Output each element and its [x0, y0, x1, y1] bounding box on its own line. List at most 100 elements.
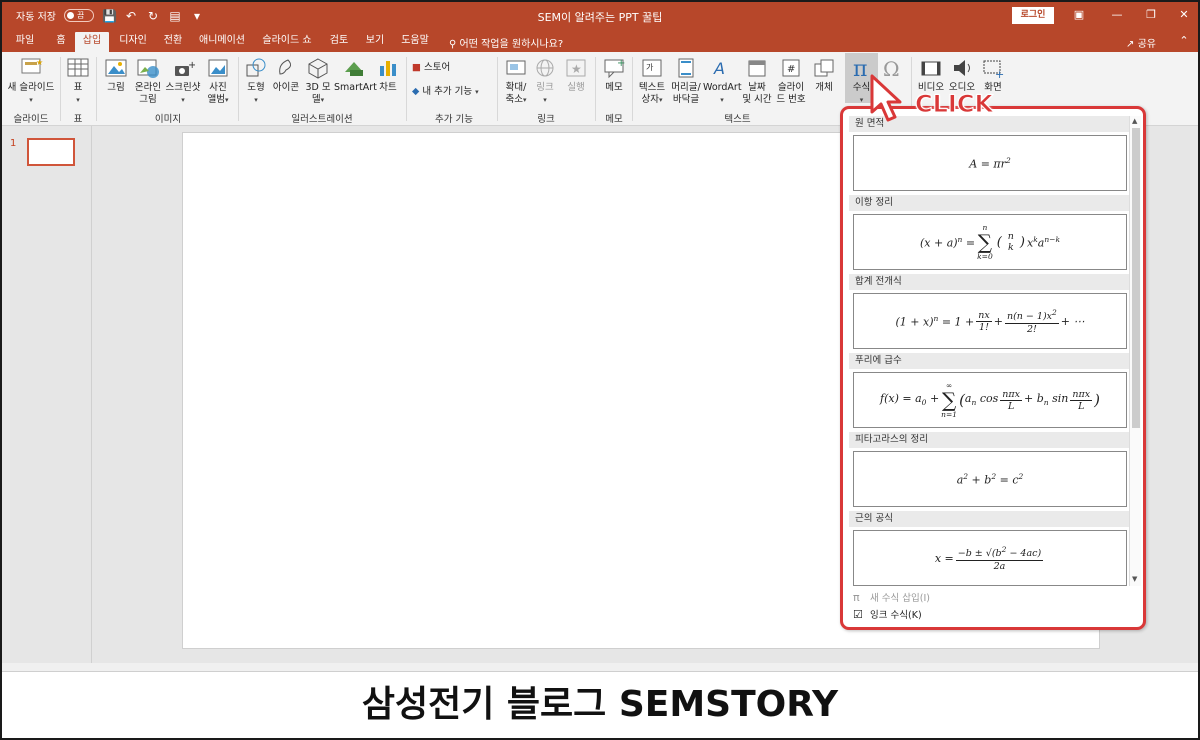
smartart-button[interactable]: SmartArt	[334, 56, 377, 94]
slide-thumbnail[interactable]	[27, 138, 75, 166]
header-footer-label-1: 머리글/	[671, 82, 701, 93]
tab-animations[interactable]: 애니메이션	[195, 33, 249, 52]
separator	[406, 57, 407, 121]
wordart-button[interactable]: A WordArt ▾	[703, 56, 742, 106]
svg-text:★: ★	[36, 58, 43, 67]
online-picture-button[interactable]: 온라인 그림	[131, 56, 165, 106]
chart-button[interactable]: 차트	[374, 56, 402, 94]
slide-thumbnail-pane: 1	[2, 126, 92, 663]
my-addins-icon: ◆	[412, 86, 420, 97]
equation-area-of-circle[interactable]: A = πr2	[853, 135, 1127, 191]
equation-fourier-series[interactable]: f(x) = a0 + ∞ ∑ n=1 (an cos nπx L + bn sin …	[853, 372, 1127, 428]
equation-binomial-theorem[interactable]: (x + a)n = n ∑ k=0 (n k) xkan−k	[853, 214, 1127, 270]
photo-album-icon	[208, 59, 228, 77]
video-button[interactable]: 비디오	[915, 56, 947, 94]
store-button[interactable]: ■ 스토어	[412, 62, 472, 74]
header-footer-button[interactable]: 머리글/바닥글	[669, 56, 703, 106]
object-label: 개체	[815, 82, 833, 93]
my-addins-button[interactable]: ◆ 내 추가 기능 ▾	[412, 86, 496, 98]
login-button[interactable]: 로그인	[1012, 7, 1054, 24]
group-slides-label: 슬라이드	[13, 114, 49, 125]
textbox-icon: 가	[642, 59, 662, 77]
speaker-icon	[954, 60, 970, 76]
tab-insert[interactable]: 삽입	[75, 32, 109, 52]
separator	[60, 57, 61, 121]
screen-recording-button[interactable]: + 화면	[977, 56, 1009, 94]
equation-taylor-expansion[interactable]: (1 + x)n = 1 + nx 1! + n(n − 1)x2 2! + ⋯	[853, 293, 1127, 349]
comment-label: 메모	[605, 82, 623, 93]
new-slide-icon: ★	[21, 58, 43, 74]
equation-category: 푸리에 급수	[849, 353, 1131, 369]
3d-models-button[interactable]: 3D 모 델▾	[302, 56, 334, 106]
gallery-scrollbar[interactable]: ▲ ▼	[1129, 116, 1141, 586]
equation-quadratic-formula[interactable]: x = −b ± √(b2 − 4ac) 2a	[853, 530, 1127, 586]
separator	[497, 57, 498, 121]
video-icon	[921, 61, 941, 76]
ribbon-display-options-icon[interactable]: ▣	[1069, 7, 1089, 23]
table-label: 표	[73, 82, 83, 93]
equation-pythagorean-theorem[interactable]: a2 + b2 = c2	[853, 451, 1127, 507]
thumbnail-number: 1	[10, 138, 17, 149]
picture-icon	[105, 59, 127, 77]
insert-new-equation-item[interactable]: π 새 수식 삽입(I)	[849, 589, 1139, 606]
lightbulb-icon: ⚲	[449, 39, 457, 50]
object-button[interactable]: 개체	[809, 56, 839, 94]
audio-button[interactable]: 오디오	[947, 56, 977, 94]
scroll-up-icon[interactable]: ▲	[1132, 117, 1137, 125]
tab-transitions[interactable]: 전환	[159, 33, 187, 52]
tab-help[interactable]: 도움말	[397, 33, 433, 52]
zoom-button[interactable]: 확대/축소▾	[501, 56, 531, 106]
ink-checkbox-icon: ☑	[853, 608, 863, 621]
scrollbar-thumb[interactable]	[1132, 128, 1140, 428]
textbox-button[interactable]: 가 텍스트 상자▾	[635, 56, 669, 106]
link-button[interactable]: 링크 ▾	[531, 56, 559, 106]
tab-view[interactable]: 보기	[361, 33, 389, 52]
ink-equation-item[interactable]: ☑ 잉크 수식(K)	[849, 606, 1139, 623]
online-picture-label-1: 온라인	[134, 82, 162, 93]
photo-album-button[interactable]: 사진 앨범▾	[201, 56, 235, 106]
insert-new-equation-label: 새 수식 삽입(I)	[870, 593, 930, 604]
separator	[96, 57, 97, 121]
minimize-icon[interactable]: —	[1107, 7, 1127, 23]
scroll-down-icon[interactable]: ▼	[1132, 575, 1137, 583]
tab-slideshow[interactable]: 슬라이드 쇼	[259, 33, 315, 52]
slide-number-button[interactable]: # 슬라이 드 번호	[773, 56, 809, 106]
smartart-icon	[345, 62, 363, 76]
mouse-cursor-icon	[870, 74, 902, 122]
header-footer-label-2: 바닥글	[672, 94, 700, 105]
group-text-label: 텍스트	[724, 114, 751, 125]
photo-album-label-1: 사진	[209, 82, 227, 93]
tab-file[interactable]: 파일	[13, 33, 37, 52]
tell-me-search[interactable]: ⚲ 어떤 작업을 원하시나요?	[449, 35, 563, 50]
tell-me-text: 어떤 작업을 원하시나요?	[459, 39, 564, 50]
share-button[interactable]: ↗ 공유	[1126, 35, 1156, 50]
shapes-button[interactable]: 도형 ▾	[242, 56, 270, 106]
icons-button[interactable]: 아이콘	[270, 56, 302, 94]
screen-recording-icon: +	[983, 60, 1004, 80]
picture-button[interactable]: 그림	[101, 56, 131, 94]
svg-text:+: +	[188, 60, 195, 71]
comment-button[interactable]: + 메모	[599, 56, 629, 94]
equation-list: 원 면적 A = πr2 이항 정리 (x + a)n = n ∑ k=0 (n k)…	[849, 116, 1131, 586]
tab-design[interactable]: 디자인	[115, 33, 151, 52]
date-time-button[interactable]: 날짜 및 시간	[741, 56, 773, 106]
screenshot-button[interactable]: + 스크린샷▾	[165, 56, 201, 106]
object-icon	[814, 59, 834, 77]
camera-icon: +	[175, 60, 195, 76]
online-picture-icon	[137, 59, 159, 78]
close-icon[interactable]: ✕	[1174, 7, 1194, 23]
group-images-label: 이미지	[154, 114, 182, 125]
collapse-ribbon-icon[interactable]: ⌃	[1174, 33, 1194, 49]
action-button[interactable]: ★ 실행	[561, 56, 591, 94]
header-footer-icon	[678, 58, 694, 78]
date-time-label-2: 및 시간	[742, 94, 772, 105]
tab-review[interactable]: 검토	[325, 33, 353, 52]
tab-home[interactable]: 홈	[51, 33, 71, 52]
new-slide-button[interactable]: ★ 새 슬라이드 ▾	[4, 56, 58, 106]
share-icon: ↗	[1126, 39, 1135, 50]
screenshot-label: 스크린샷	[165, 82, 201, 93]
table-button[interactable]: 표 ▾	[64, 56, 92, 106]
ribbon-tabs: 파일 홈 삽입 디자인 전환 애니메이션 슬라이드 쇼 검토 보기 도움말 ⚲ …	[2, 29, 1198, 52]
action-star-icon: ★	[566, 59, 586, 77]
restore-icon[interactable]: ❐	[1141, 7, 1161, 23]
